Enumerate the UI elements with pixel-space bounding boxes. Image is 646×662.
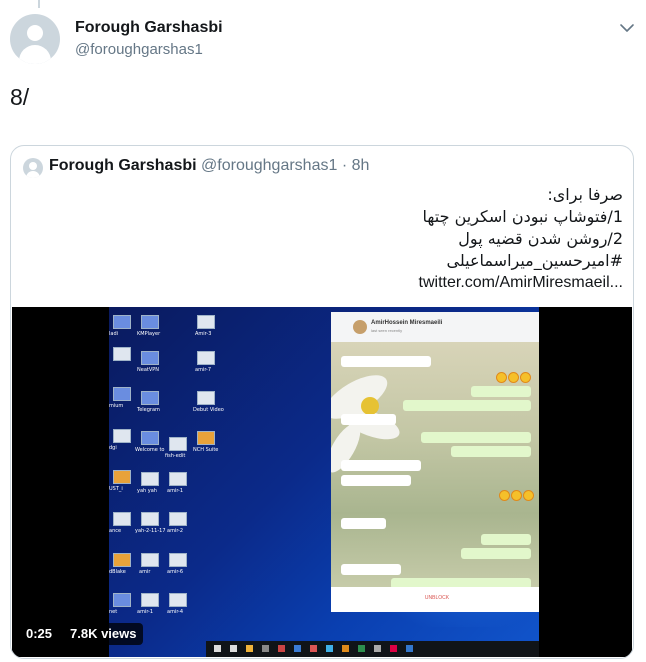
video-frame: ladi mium dgi UST_i ance dBlake net KMPl… (109, 307, 539, 657)
quoted-avatar[interactable] (23, 158, 43, 178)
quoted-tweet[interactable]: Forough Garshasbi @foroughgarshas1 · 8h … (10, 145, 634, 659)
quoted-handle[interactable]: @foroughgarshas1 (201, 157, 337, 174)
avatar[interactable] (10, 14, 60, 64)
tweet-text: 8/ (10, 84, 30, 110)
quoted-header: Forough Garshasbi @foroughgarshas1 · 8h (49, 157, 369, 175)
video-duration-badge: 0:25 (20, 623, 59, 645)
quoted-url-link[interactable]: twitter.com/AmirMiresmaeil... (63, 272, 623, 294)
taskbar (206, 641, 539, 657)
chevron-down-icon[interactable] (617, 18, 637, 38)
quoted-text: صرفا برای: 1/فتوشاپ نبودن اسکرین چتها 2/… (63, 184, 623, 294)
quoted-display-name[interactable]: Forough Garshasbi (49, 157, 197, 174)
quoted-line: 1/فتوشاپ نبودن اسکرین چتها (422, 207, 623, 226)
hashtag-link[interactable]: #امیرحسین_میراسماعیلی (63, 250, 623, 272)
view-count-badge: 7.8K views (64, 623, 143, 645)
quoted-separator: · (341, 157, 348, 174)
quoted-line: 2/روشن شدن قضیه پول (458, 229, 623, 248)
author-handle[interactable]: @foroughgarshas1 (75, 41, 203, 58)
quoted-line: صرفا برای: (547, 185, 623, 204)
author-display-name[interactable]: Forough Garshasbi (75, 19, 223, 37)
quoted-timestamp[interactable]: 8h (352, 157, 370, 174)
chat-window: AmirHossein Miresmaeili last seen recent… (331, 312, 539, 612)
thread-line (38, 0, 40, 8)
video-player[interactable]: ladi mium dgi UST_i ance dBlake net KMPl… (12, 307, 632, 657)
